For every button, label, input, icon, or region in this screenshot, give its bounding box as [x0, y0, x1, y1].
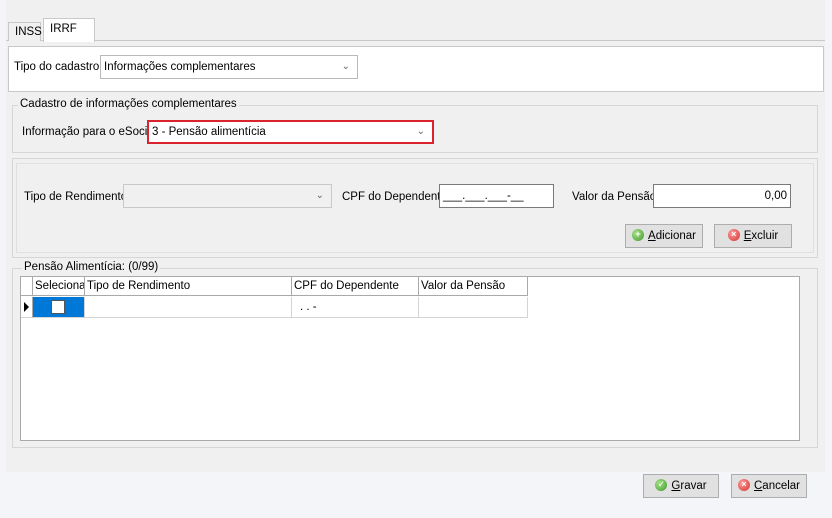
chevron-down-icon: ⌄ [341, 61, 350, 72]
chevron-down-icon: ⌄ [416, 126, 425, 137]
chevron-down-icon: ⌄ [315, 190, 324, 201]
col-header-cpf-dependente[interactable]: CPF do Dependente [292, 277, 419, 296]
selecionar-checkbox[interactable] [51, 300, 65, 314]
excluir-button[interactable]: × Excluir [714, 224, 792, 248]
pensao-list-title: Pensão Alimentícia: (0/99) [22, 261, 161, 273]
cancelar-button[interactable]: × Cancelar [731, 474, 807, 498]
cancelar-label: ancelar [762, 480, 801, 492]
complementares-group-title: Cadastro de informações complementares [18, 98, 239, 110]
valor-pensao-input[interactable]: 0,00 [653, 184, 791, 208]
info-esocial-label: Informação para o eSocial: [22, 126, 160, 138]
adicionar-label: dicionar [655, 230, 696, 242]
excluir-label: xcluir [751, 230, 779, 242]
adicionar-accel: A [648, 230, 656, 242]
grid-row-header-corner [21, 277, 33, 296]
cpf-dependente-label: CPF do Dependente: [342, 191, 451, 203]
col-header-tipo-rendimento[interactable]: Tipo de Rendimento [85, 277, 292, 296]
cpf-dependente-input[interactable]: ___.___.___-__ [439, 184, 554, 208]
x-circle-icon: × [737, 479, 750, 491]
table-cell-cpf[interactable]: . . - [292, 297, 419, 318]
plus-circle-icon: + [632, 229, 645, 241]
row-pointer-icon [24, 302, 29, 312]
tipo-cadastro-label: Tipo do cadastro: [14, 61, 103, 73]
tipo-cadastro-value: Informações complementares [104, 61, 256, 73]
tipo-rendimento-label: Tipo de Rendimento: [24, 191, 131, 203]
pensao-grid[interactable]: Selecionar Tipo de Rendimento CPF do Dep… [20, 276, 800, 441]
tab-inss[interactable]: INSS [8, 22, 42, 41]
table-row-indicator[interactable] [21, 297, 33, 318]
info-esocial-value: 3 - Pensão alimentícia [152, 126, 266, 138]
col-header-valor-pensao[interactable]: Valor da Pensão [419, 277, 528, 296]
check-circle-icon: ✓ [655, 479, 668, 491]
table-cell-tipo-rendimento[interactable] [85, 297, 292, 318]
tab-irrf[interactable]: IRRF [43, 18, 95, 42]
gravar-label: ravar [680, 480, 707, 492]
tipo-cadastro-select[interactable]: Informações complementares ⌄ [100, 55, 358, 79]
adicionar-button[interactable]: + Adicionar [625, 224, 703, 248]
valor-pensao-label: Valor da Pensão: [572, 191, 660, 203]
tab-strip [6, 20, 825, 41]
table-cell-selecionar[interactable] [33, 297, 85, 318]
tipo-rendimento-select[interactable]: ⌄ [123, 184, 332, 208]
table-cell-valor[interactable] [419, 297, 528, 318]
col-header-selecionar[interactable]: Selecionar [33, 277, 85, 296]
gravar-button[interactable]: ✓ Gravar [643, 474, 719, 498]
x-circle-icon: × [727, 229, 740, 241]
info-esocial-select[interactable]: 3 - Pensão alimentícia ⌄ [147, 120, 434, 144]
